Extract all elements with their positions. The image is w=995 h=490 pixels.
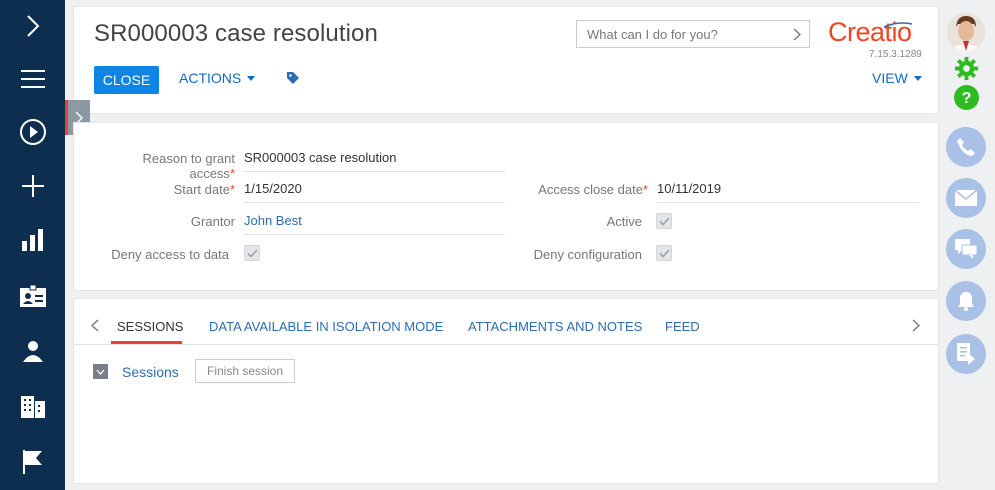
active-checkbox[interactable] [656, 213, 672, 229]
checkmark-icon [658, 216, 670, 226]
checkmark-icon [246, 248, 258, 258]
contact-card-icon[interactable] [0, 276, 65, 316]
caret-down-icon [247, 75, 256, 81]
left-sidebar [0, 0, 65, 490]
active-tab-indicator [111, 341, 182, 344]
chat-icon[interactable] [946, 229, 986, 269]
mail-icon[interactable] [946, 178, 986, 218]
page-title: SR000003 case resolution [94, 20, 378, 47]
deny-configuration-checkbox[interactable] [656, 245, 672, 261]
tab-feed[interactable]: FEED [665, 319, 700, 334]
access-close-date-field[interactable]: 10/11/2019 [657, 181, 919, 203]
view-label: VIEW [872, 70, 908, 86]
chevron-right-icon[interactable] [793, 28, 802, 44]
version-label: 7.15.3.1289 [869, 49, 922, 60]
tab-attachments-notes[interactable]: ATTACHMENTS AND NOTES [468, 319, 642, 334]
user-icon[interactable] [0, 331, 65, 371]
close-button[interactable]: CLOSE [94, 66, 159, 94]
reason-label: Reason to grant access* [142, 151, 235, 181]
plus-icon[interactable] [0, 166, 65, 206]
logo-swoosh-icon [883, 16, 913, 34]
view-button[interactable]: VIEW [872, 70, 922, 86]
search-placeholder: What can I do for you? [587, 26, 718, 42]
play-icon[interactable] [0, 112, 65, 152]
actions-button[interactable]: ACTIONS [179, 70, 256, 86]
caret-down-icon [913, 75, 922, 81]
finish-session-button[interactable]: Finish session [195, 359, 295, 383]
start-date-field[interactable]: 1/15/2020 [244, 181, 505, 203]
page-header: SR000003 case resolution CLOSE ACTIONS W… [73, 6, 939, 114]
start-date-label: Start date* [173, 182, 235, 197]
sessions-collapse-toggle[interactable] [93, 364, 108, 379]
svg-text:?: ? [962, 90, 972, 107]
sessions-detail-title[interactable]: Sessions [122, 364, 179, 380]
avatar[interactable] [947, 13, 985, 51]
bell-icon[interactable] [946, 281, 986, 321]
help-icon[interactable]: ? [954, 85, 979, 115]
tabs-panel: SESSIONS DATA AVAILABLE IN ISOLATION MOD… [73, 298, 939, 484]
building-icon[interactable] [0, 387, 65, 427]
reason-field[interactable]: SR000003 case resolution [244, 150, 505, 172]
tab-scroll-right-icon[interactable] [912, 319, 921, 337]
access-close-date-label: Access close date* [538, 182, 648, 197]
flag-icon[interactable] [0, 442, 65, 482]
record-fields: Reason to grant access* SR000003 case re… [73, 122, 939, 291]
menu-icon[interactable] [0, 59, 65, 99]
chevron-right-icon[interactable] [0, 6, 65, 46]
grantor-field[interactable]: John Best [244, 213, 505, 235]
deny-access-checkbox[interactable] [244, 245, 260, 261]
tab-sessions[interactable]: SESSIONS [117, 319, 183, 334]
phone-icon[interactable] [946, 127, 986, 167]
checkmark-icon [658, 248, 670, 258]
actions-label: ACTIONS [179, 70, 242, 86]
tab-data-isolation[interactable]: DATA AVAILABLE IN ISOLATION MODE [209, 319, 443, 334]
tab-bar: SESSIONS DATA AVAILABLE IN ISOLATION MOD… [74, 299, 938, 345]
bar-chart-icon[interactable] [0, 220, 65, 260]
grantor-label: Grantor [190, 214, 235, 229]
active-label: Active [606, 214, 642, 229]
document-icon[interactable] [946, 334, 986, 374]
gear-icon[interactable] [954, 56, 979, 86]
deny-access-label: Deny access to data [111, 247, 229, 262]
tab-scroll-left-icon[interactable] [90, 319, 99, 337]
tag-icon[interactable] [286, 71, 300, 90]
search-input[interactable]: What can I do for you? [576, 20, 810, 48]
chevron-down-icon [96, 369, 105, 375]
deny-configuration-label: Deny configuration [533, 247, 642, 262]
